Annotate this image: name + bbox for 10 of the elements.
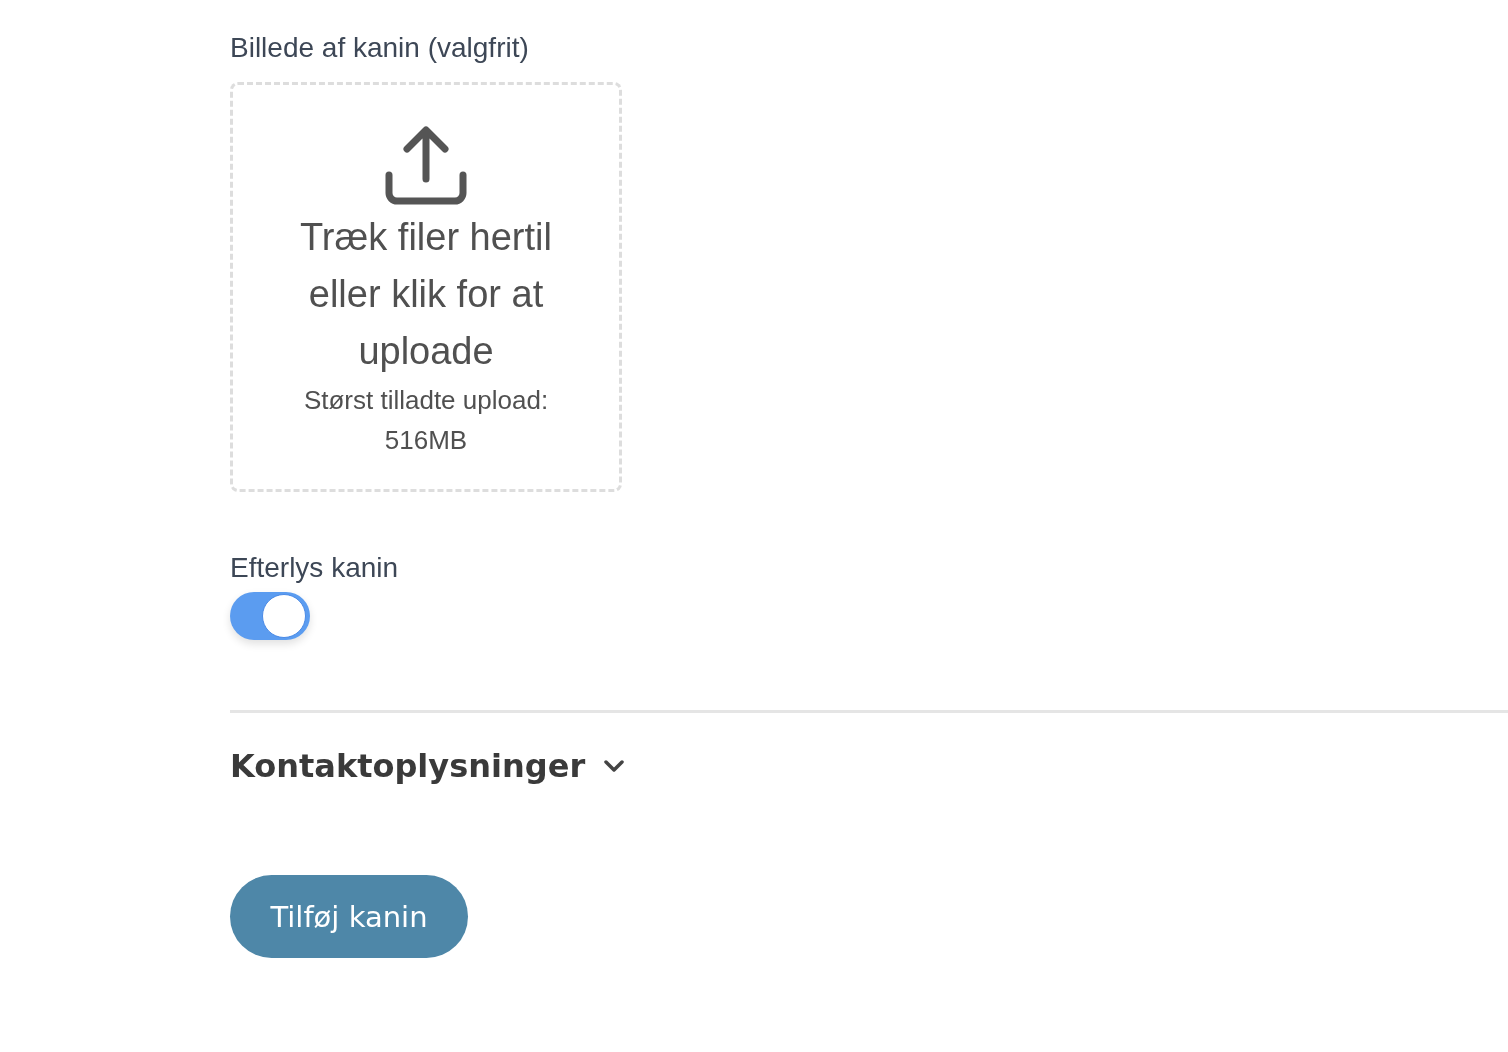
toggle-switch[interactable]: [230, 592, 310, 640]
field-label: Billede af kanin (valgfrit): [230, 31, 529, 65]
chevron-icon: [603, 759, 626, 773]
upload-prompt: Træk filer hertil eller klik for at uploade: [299, 215, 553, 374]
file-dropzone[interactable]: Træk filer hertil eller klik for at uploade Størst tilladte upload: 516MB: [230, 82, 622, 492]
submit-button[interactable]: Tilføj kanin: [230, 875, 468, 958]
upload-icon: [385, 125, 467, 207]
section-header[interactable]: Kontaktoplysninger: [230, 747, 626, 785]
toggle-label: Efterlys kanin: [230, 551, 399, 585]
upload-limit: Størst tilladte upload: 516MB: [302, 384, 550, 457]
